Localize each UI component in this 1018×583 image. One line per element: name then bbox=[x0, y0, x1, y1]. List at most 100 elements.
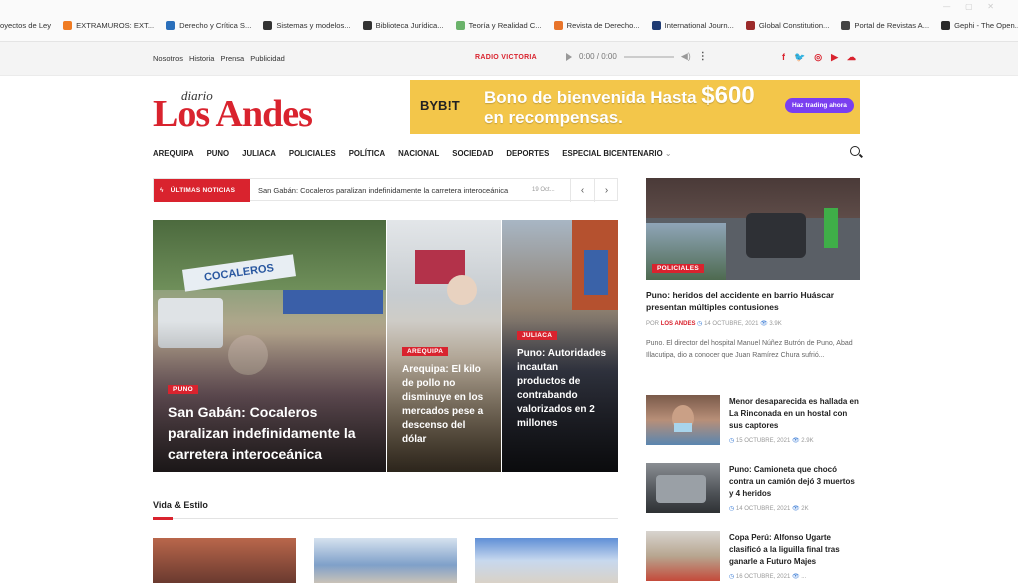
side-article-3[interactable]: Copa Perú: Alfonso Ugarte clasificó a la… bbox=[646, 531, 860, 583]
side-thumb-2[interactable] bbox=[646, 463, 720, 513]
section-thumb-3[interactable] bbox=[475, 538, 618, 583]
clock-icon: ◷ bbox=[729, 574, 735, 580]
hero-caption-3: JULIACA Puno: Autoridades incautan produ… bbox=[517, 324, 608, 431]
link-nosotros[interactable]: Nosotros bbox=[153, 54, 183, 63]
side-title-2[interactable]: Puno: Camioneta que chocó contra un cami… bbox=[729, 464, 860, 500]
link-prensa[interactable]: Prensa bbox=[220, 54, 244, 63]
hero-title-1[interactable]: San Gabán: Cocaleros paralizan indefinid… bbox=[168, 402, 376, 465]
featured-title[interactable]: Puno: heridos del accidente en barrio Hu… bbox=[646, 289, 860, 313]
bookmark-item[interactable]: Biblioteca Jurídica... bbox=[362, 20, 444, 30]
hero-photo-door bbox=[584, 250, 608, 295]
search-icon[interactable] bbox=[850, 146, 860, 156]
clock-icon: ◷ bbox=[729, 438, 735, 444]
chevron-right-icon: › bbox=[604, 185, 609, 196]
author-link[interactable]: LOS ANDES bbox=[661, 321, 696, 327]
eye-icon: 👁 bbox=[791, 574, 800, 580]
nav-especial-bicentenario[interactable]: ESPECIAL BICENTENARIO ⌄ bbox=[562, 149, 671, 158]
bookmark-item[interactable]: Gephi - The Open... bbox=[941, 20, 1018, 30]
youtube-icon[interactable]: ▶ bbox=[831, 52, 838, 63]
bookmark-item[interactable]: Global Constitution... bbox=[745, 20, 830, 30]
bookmark-label: Biblioteca Jurídica... bbox=[375, 20, 444, 30]
section-thumb-2[interactable] bbox=[314, 538, 457, 583]
bookmark-favicon-icon bbox=[651, 20, 661, 30]
bookmark-label: Sistemas y modelos... bbox=[276, 20, 351, 30]
featured-image[interactable]: POLICIALES bbox=[646, 178, 860, 280]
hero-article-1[interactable]: COCALEROS PUNO San Gabán: Cocaleros para… bbox=[153, 220, 386, 472]
meta-date: 14 OCTUBRE, 2021 bbox=[704, 321, 759, 327]
twitter-icon[interactable]: 🐦 bbox=[794, 52, 805, 63]
facebook-icon[interactable]: f bbox=[782, 52, 785, 63]
nav-nacional[interactable]: NACIONAL bbox=[398, 149, 439, 158]
ad-cta-button[interactable]: Haz trading ahora bbox=[785, 98, 854, 113]
bookmark-favicon-icon bbox=[745, 20, 755, 30]
bookmark-list: oyectos de Ley EXTRAMUROS: EXT... Derecho … bbox=[0, 14, 1018, 36]
ticker-label: ÚLTIMAS NOTICIAS bbox=[170, 187, 236, 194]
hero-title-2[interactable]: Arequipa: El kilo de pollo no disminuye … bbox=[402, 363, 491, 447]
bookmark-label: Global Constitution... bbox=[758, 20, 830, 30]
bolt-icon: ϟ bbox=[160, 187, 164, 194]
bookmark-favicon-icon bbox=[166, 20, 176, 30]
bookmark-label: oyectos de Ley bbox=[0, 20, 52, 30]
bookmark-item[interactable]: International Journ... bbox=[651, 20, 734, 30]
bookmark-label: Teoría y Realidad C... bbox=[468, 20, 542, 30]
side-title-1[interactable]: Menor desaparecida es hallada en La Rinc… bbox=[729, 396, 860, 432]
bookmark-item[interactable]: Revista de Derecho... bbox=[553, 20, 640, 30]
side-thumb-1[interactable] bbox=[646, 395, 720, 445]
bookmark-item[interactable]: Teoría y Realidad C... bbox=[455, 20, 542, 30]
nav-deportes[interactable]: DEPORTES bbox=[506, 149, 549, 158]
ticker-prev-button[interactable]: ‹ bbox=[570, 179, 594, 202]
hero-grid: COCALEROS PUNO San Gabán: Cocaleros para… bbox=[153, 220, 618, 472]
link-publicidad[interactable]: Publicidad bbox=[250, 54, 285, 63]
bookmark-item[interactable]: Portal de Revistas A... bbox=[841, 20, 929, 30]
player-progress[interactable] bbox=[623, 55, 674, 58]
nav-juliaca[interactable]: JULIACA bbox=[242, 149, 276, 158]
ad-headline: Bono de bienvenida Hasta $600 en recompe… bbox=[484, 84, 755, 128]
section-accent bbox=[153, 517, 173, 520]
ticker-next-button[interactable]: › bbox=[594, 179, 618, 202]
nav-politica[interactable]: POLÍTICA bbox=[349, 149, 385, 158]
hero-title-3[interactable]: Puno: Autoridades incautan productos de … bbox=[517, 347, 608, 431]
bookmark-item[interactable]: Derecho y Crítica S... bbox=[166, 20, 251, 30]
nav-policiales[interactable]: POLICIALES bbox=[289, 149, 336, 158]
window-controls[interactable]: — ▢ ✕ bbox=[943, 2, 1000, 11]
link-historia[interactable]: Historia bbox=[189, 54, 214, 63]
player-time: 0:00 / 0:00 bbox=[579, 52, 617, 61]
bookmark-label: Revista de Derecho... bbox=[566, 20, 640, 30]
nav-puno[interactable]: PUNO bbox=[207, 149, 230, 158]
hero-article-2[interactable]: AREQUIPA Arequipa: El kilo de pollo no d… bbox=[387, 220, 501, 472]
category-badge[interactable]: PUNO bbox=[168, 385, 198, 394]
bookmark-favicon-icon bbox=[263, 20, 273, 30]
ticker-headline[interactable]: San Gabán: Cocaleros paralizan indefinid… bbox=[258, 186, 508, 195]
side-meta-2: ◷ 14 OCTUBRE, 2021 👁 2K bbox=[729, 505, 809, 512]
bookmark-favicon-icon bbox=[362, 20, 372, 30]
category-badge[interactable]: JULIACA bbox=[517, 331, 558, 340]
category-badge[interactable]: POLICIALES bbox=[652, 264, 705, 273]
nav-arequipa[interactable]: AREQUIPA bbox=[153, 149, 194, 158]
side-article-2[interactable]: Puno: Camioneta que chocó contra un cami… bbox=[646, 463, 860, 517]
ad-banner[interactable]: BYB!T Bono de bienvenida Hasta $600 en r… bbox=[410, 80, 860, 134]
bookmark-favicon-icon bbox=[455, 20, 465, 30]
bookmark-item[interactable]: oyectos de Ley bbox=[0, 21, 51, 30]
side-thumb-3[interactable] bbox=[646, 531, 720, 581]
side-title-3[interactable]: Copa Perú: Alfonso Ugarte clasificó a la… bbox=[729, 532, 860, 568]
soundcloud-icon[interactable]: ☁ bbox=[847, 52, 856, 63]
side-article-1[interactable]: Menor desaparecida es hallada en La Rinc… bbox=[646, 395, 860, 449]
nav-especial-label: ESPECIAL BICENTENARIO bbox=[562, 148, 663, 158]
ticker-date: 19 Oct... bbox=[532, 187, 555, 193]
featured-excerpt: Puno. El director del hospital Manuel Nú… bbox=[646, 340, 853, 359]
instagram-icon[interactable]: ◎ bbox=[814, 52, 822, 63]
meta-by: POR bbox=[646, 321, 660, 327]
nav-sociedad[interactable]: SOCIEDAD bbox=[452, 149, 493, 158]
bookmark-item[interactable]: EXTRAMUROS: EXT... bbox=[63, 20, 154, 30]
side-thumb-vehicle bbox=[656, 475, 706, 503]
section-title[interactable]: Vida & Estilo bbox=[153, 500, 208, 510]
category-badge[interactable]: AREQUIPA bbox=[402, 347, 449, 356]
volume-icon[interactable]: ◀) bbox=[681, 51, 691, 62]
more-options-icon[interactable]: ⋮ bbox=[698, 51, 708, 62]
top-links: Nosotros Historia Prensa Publicidad bbox=[153, 54, 285, 63]
bookmark-item[interactable]: Sistemas y modelos... bbox=[263, 20, 351, 30]
bookmark-favicon-icon bbox=[553, 20, 563, 30]
play-icon[interactable] bbox=[566, 52, 572, 61]
section-thumb-1[interactable] bbox=[153, 538, 296, 583]
hero-article-3[interactable]: JULIACA Puno: Autoridades incautan produ… bbox=[502, 220, 618, 472]
